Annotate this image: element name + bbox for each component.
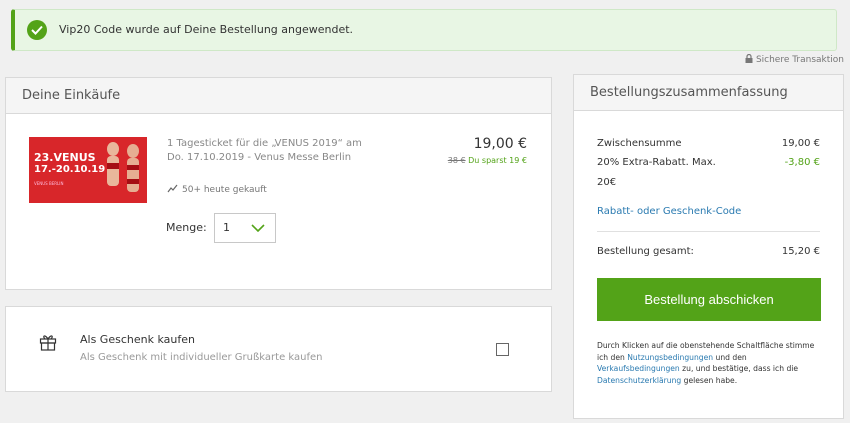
discount-value: -3,80 € bbox=[784, 157, 820, 168]
order-summary-panel: Bestellungszusammenfassung Zwischensumme… bbox=[573, 74, 844, 419]
product-image-figures bbox=[107, 142, 139, 192]
gift-icon bbox=[39, 333, 57, 355]
gift-checkbox[interactable] bbox=[496, 343, 509, 356]
legal-part4: gelesen habe. bbox=[681, 375, 738, 385]
total-label: Bestellung gesamt: bbox=[597, 246, 694, 257]
product-image-small: VENUS BERLIN bbox=[34, 181, 64, 186]
discount-label-line2: 20€ bbox=[597, 177, 617, 188]
terms-of-sale-link[interactable]: Verkaufsbedingungen bbox=[597, 364, 680, 373]
alert-text: Vip20 Code wurde auf Deine Bestellung an… bbox=[59, 23, 354, 36]
gift-title: Als Geschenk kaufen bbox=[80, 333, 195, 346]
savings-text: Du sparst 19 € bbox=[468, 156, 527, 165]
quantity-label: Menge: bbox=[166, 221, 207, 234]
legal-part3: zu, und bestätige, dass ich die bbox=[679, 364, 799, 373]
quantity-select[interactable]: 1 bbox=[214, 213, 276, 243]
privacy-policy-link[interactable]: Datenschutzerklärung bbox=[597, 376, 681, 385]
success-alert: Vip20 Code wurde auf Deine Bestellung an… bbox=[11, 9, 837, 51]
subtotal-label: Zwischensumme bbox=[597, 138, 682, 149]
cart-heading: Deine Einkäufe bbox=[6, 78, 551, 114]
total-value: 15,20 € bbox=[781, 246, 820, 257]
chevron-down-icon bbox=[251, 224, 265, 232]
gift-subtitle: Als Geschenk mit individueller Grußkarte… bbox=[80, 352, 323, 363]
lock-icon bbox=[745, 53, 753, 66]
trend-up-icon bbox=[167, 184, 178, 196]
summary-heading: Bestellungszusammenfassung bbox=[574, 75, 843, 111]
terms-of-use-link[interactable]: Nutzungsbedingungen bbox=[627, 353, 713, 362]
legal-text: Durch Klicken auf die obenstehende Schal… bbox=[597, 340, 823, 386]
total-row: Bestellung gesamt: 15,20 € bbox=[597, 246, 820, 257]
secure-label: Sichere Transaktion bbox=[755, 55, 844, 65]
old-price: 38 € bbox=[447, 156, 466, 165]
product-title-line2: Do. 17.10.2019 - Venus Messe Berlin bbox=[167, 152, 352, 163]
product-image-title: 23.VENUS bbox=[34, 151, 96, 164]
summary-heading-text: Bestellungszusammenfassung bbox=[590, 85, 788, 100]
summary-divider bbox=[597, 231, 820, 232]
quantity-value: 1 bbox=[223, 221, 230, 234]
submit-order-button[interactable]: Bestellung abschicken bbox=[597, 278, 821, 321]
secure-transaction: Sichere Transaktion bbox=[745, 53, 844, 66]
product-image[interactable]: 23.VENUS 17.-20.10.19 VENUS BERLIN bbox=[29, 137, 147, 203]
gift-panel: Als Geschenk kaufen Als Geschenk mit ind… bbox=[5, 306, 552, 392]
product-image-dates: 17.-20.10.19 bbox=[34, 164, 106, 175]
subtotal-row: Zwischensumme 19,00 € bbox=[597, 138, 820, 149]
cart-heading-text: Deine Einkäufe bbox=[22, 88, 121, 103]
promo-code-link[interactable]: Rabatt- oder Geschenk-Code bbox=[597, 206, 741, 217]
old-price-line: 38 € Du sparst 19 € bbox=[448, 156, 527, 165]
sold-text: 50+ heute gekauft bbox=[182, 185, 267, 195]
legal-part2: und den bbox=[713, 352, 747, 362]
product-title-line1: 1 Tagesticket für die „VENUS 2019“ am bbox=[167, 138, 362, 149]
discount-row: 20% Extra-Rabatt. Max. 20€ -3,80 € bbox=[597, 157, 820, 193]
sold-count: 50+ heute gekauft bbox=[167, 184, 267, 196]
check-circle-icon bbox=[27, 20, 47, 40]
product-title[interactable]: 1 Tagesticket für die „VENUS 2019“ am Do… bbox=[167, 137, 397, 165]
cart-panel: Deine Einkäufe 23.VENUS 17.-20.10.19 VEN… bbox=[5, 77, 552, 290]
product-price: 19,00 € bbox=[473, 136, 527, 152]
subtotal-value: 19,00 € bbox=[781, 138, 820, 149]
